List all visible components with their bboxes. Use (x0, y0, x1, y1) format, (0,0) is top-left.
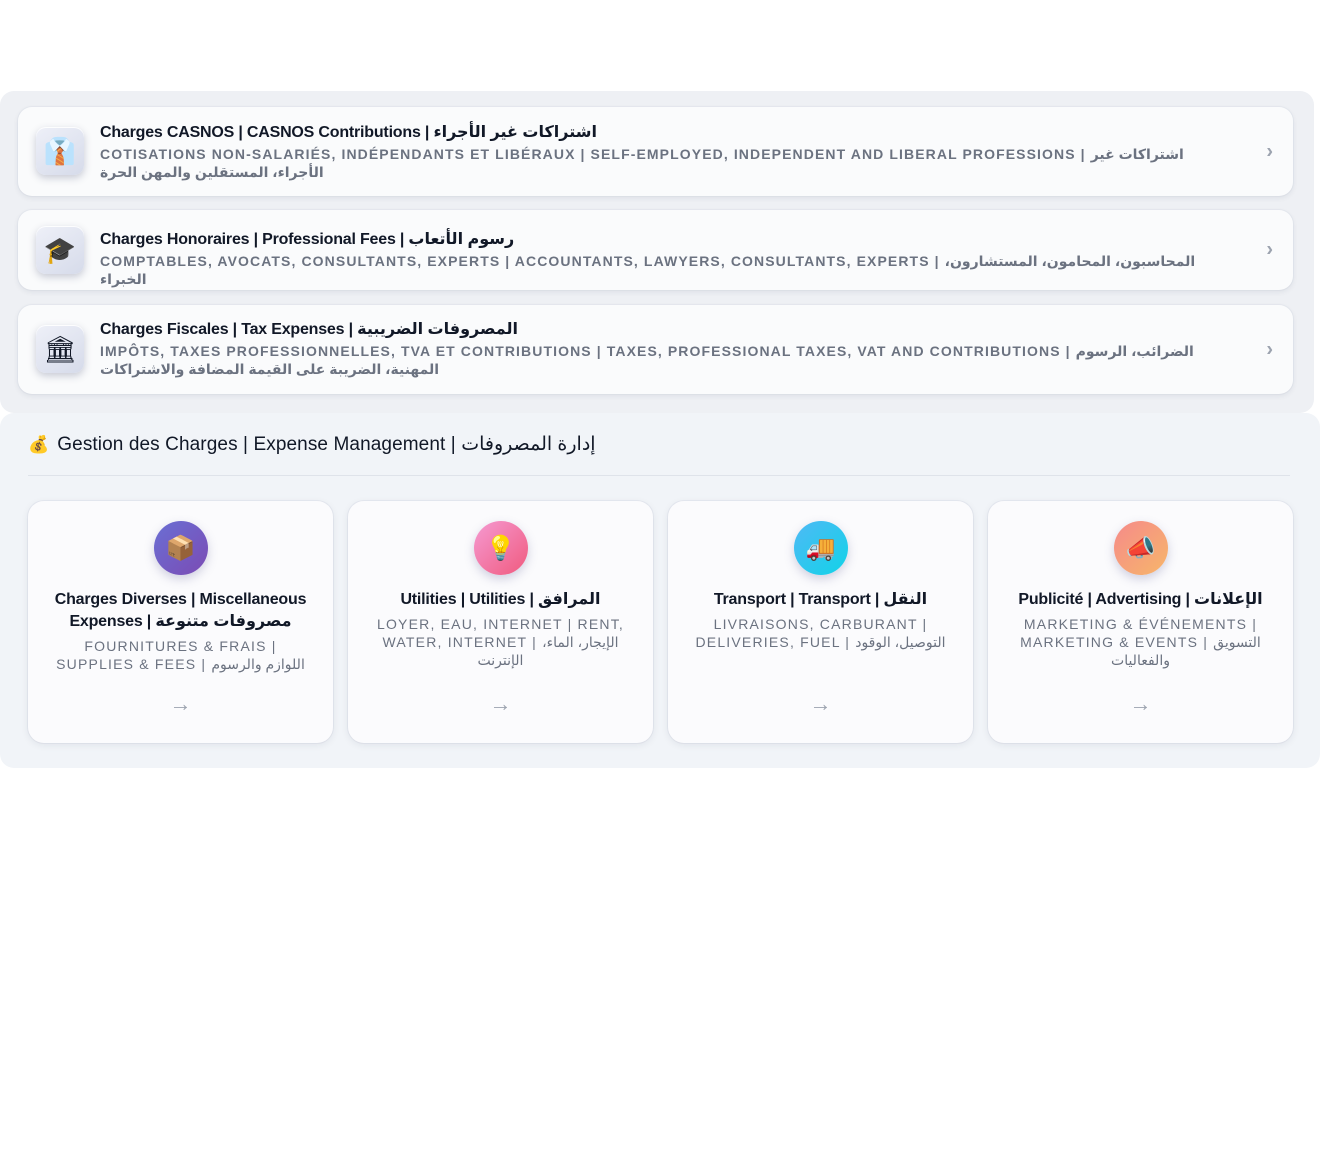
chevron-right-icon: › (1266, 140, 1273, 162)
tile-subtitle: Livraisons, carburant | Deliveries, fuel… (695, 616, 946, 650)
graduation-cap-icon: 🎓 (36, 226, 84, 274)
list-item-title: Charges Fiscales | Tax Expenses | المصرو… (100, 321, 518, 338)
list-item-title: Charges CASNOS | CASNOS Contributions | … (100, 124, 597, 141)
truck-icon: 🚚 (793, 521, 848, 575)
arrow-right-icon: → (489, 691, 512, 716)
arrow-right-icon: → (809, 691, 832, 716)
suit-icon: 👔 (36, 127, 84, 175)
tile-title: Publicité | Advertising | الإعلانات (1018, 591, 1263, 608)
expense-category-list: 👔 Charges CASNOS | CASNOS Contributions … (0, 91, 1314, 413)
bank-icon: 🏛 (36, 325, 84, 373)
list-item-subtitle: Cotisations non-salariés, indépendants e… (100, 146, 1184, 180)
light-bulb-icon: 💡 (473, 521, 528, 575)
list-item-subtitle: Comptables, avocats, consultants, expert… (100, 253, 1196, 287)
divider (28, 475, 1290, 476)
tile-miscellaneous-expenses[interactable]: 📦 Charges Diverses | Miscellaneous Expen… (28, 501, 333, 743)
list-item-tax-expenses[interactable]: 🏛 Charges Fiscales | Tax Expenses | المص… (18, 305, 1293, 394)
tile-title: Utilities | Utilities | المرافق (400, 591, 601, 608)
chevron-right-icon: › (1266, 238, 1273, 261)
package-icon: 📦 (153, 521, 208, 575)
tile-utilities[interactable]: 💡 Utilities | Utilities | المرافق Loyer,… (348, 501, 653, 743)
tile-subtitle: Marketing & événements | Marketing & eve… (1020, 616, 1261, 668)
list-item-title: Charges Honoraires | Professional Fees |… (100, 231, 515, 248)
arrow-right-icon: → (1129, 691, 1152, 716)
megaphone-icon: 📣 (1113, 521, 1168, 575)
tile-advertising[interactable]: 📣 Publicité | Advertising | الإعلانات Ma… (988, 501, 1293, 743)
list-item-casnos[interactable]: 👔 Charges CASNOS | CASNOS Contributions … (18, 107, 1293, 196)
section-title-text: Gestion des Charges | Expense Management… (57, 434, 596, 455)
arrow-right-icon: → (169, 691, 192, 716)
expense-management-section: 💰 Gestion des Charges | Expense Manageme… (0, 413, 1320, 768)
chevron-right-icon: › (1266, 338, 1273, 360)
tile-title: Charges Diverses | Miscellaneous Expense… (54, 591, 307, 630)
list-item-professional-fees[interactable]: 🎓 Charges Honoraires | Professional Fees… (18, 210, 1293, 290)
tile-title: Transport | Transport | النقل (713, 591, 928, 608)
section-title: 💰 Gestion des Charges | Expense Manageme… (28, 433, 596, 456)
tile-subtitle: Loyer, eau, internet | Rent, water, inte… (376, 616, 625, 668)
list-item-subtitle: Impôts, taxes professionnelles, TVA et c… (100, 343, 1194, 377)
money-bag-icon: 💰 (28, 434, 50, 454)
tile-subtitle: Fournitures & frais | Supplies & fees | … (56, 638, 305, 672)
tile-transport[interactable]: 🚚 Transport | Transport | النقل Livraiso… (668, 501, 973, 743)
